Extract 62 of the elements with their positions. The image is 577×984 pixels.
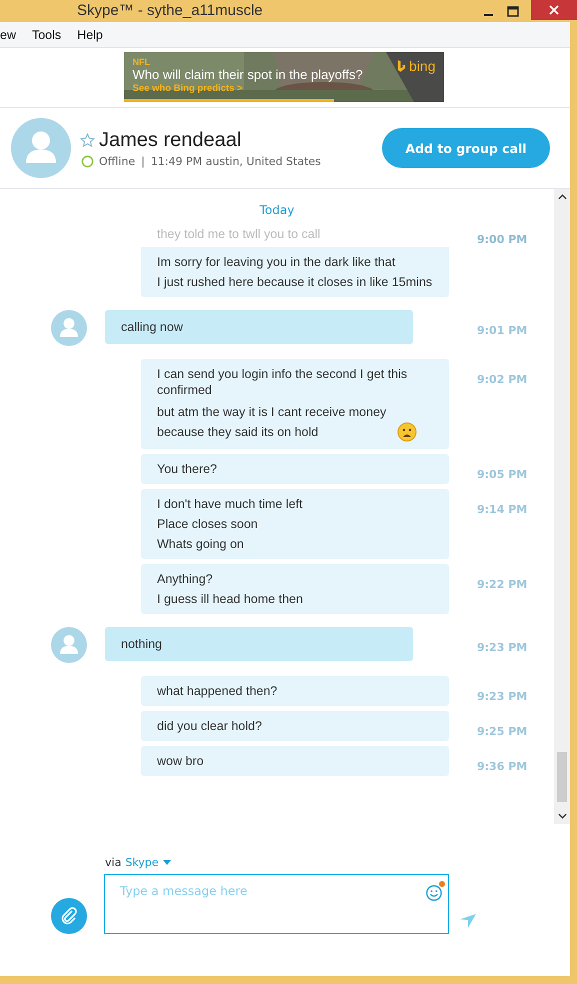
- avatar-icon: [11, 118, 71, 178]
- scroll-thumb[interactable]: [557, 752, 567, 802]
- via-label: via: [105, 856, 122, 869]
- message-field[interactable]: Type a message here: [104, 874, 449, 934]
- ad-tag: NFL: [132, 57, 363, 67]
- emoji-button[interactable]: [425, 884, 443, 902]
- message-text: You there?: [157, 461, 218, 477]
- message-text: what happened then?: [157, 683, 278, 699]
- menu-item[interactable]: Tools: [32, 28, 62, 42]
- send-icon[interactable]: [460, 914, 476, 928]
- smiley-icon: [425, 884, 443, 902]
- separator: |: [141, 154, 145, 168]
- add-to-group-call-button[interactable]: Add to group call: [382, 128, 550, 168]
- message-time: 9:02 PM: [477, 373, 528, 386]
- message-text: Im sorry for leaving you in the dark like that: [157, 254, 396, 270]
- avatar-icon: [51, 627, 87, 663]
- scrollbar[interactable]: [554, 189, 570, 824]
- paperclip-icon: [59, 906, 79, 926]
- message-text: Place closes soon: [157, 516, 259, 532]
- message-time: 9:05 PM: [477, 468, 528, 481]
- message-time: 9:01 PM: [477, 324, 528, 337]
- message-text: did you clear hold?: [157, 718, 263, 734]
- attach-button[interactable]: [51, 898, 87, 934]
- menu-item[interactable]: ew: [0, 28, 16, 42]
- message-text: nothing: [121, 636, 164, 652]
- day-label: Today: [258, 203, 296, 219]
- message-time: 9:25 PM: [477, 725, 528, 738]
- message-text: Anything?: [157, 571, 214, 587]
- close-icon: [549, 5, 559, 15]
- message-text: I can send you login info the second I get this confirmed: [157, 366, 408, 398]
- scroll-up-icon[interactable]: [558, 194, 566, 200]
- star-icon[interactable]: [80, 132, 95, 148]
- message-time: 9:36 PM: [477, 760, 528, 773]
- message-text: I just rushed here because it closes in like 15mins: [157, 274, 433, 290]
- status-text: Offline: [99, 154, 136, 168]
- message-time: 9:23 PM: [477, 690, 528, 703]
- local-time: 11:49 PM austin, United States: [150, 154, 321, 168]
- brand-name: bing: [409, 58, 436, 74]
- caret-icon: [162, 860, 171, 865]
- window-title: Skype™ - sythe_a11muscle: [77, 2, 263, 19]
- maximize-button[interactable]: [507, 6, 519, 18]
- message-time: 9:23 PM: [477, 641, 528, 654]
- message-text: I guess ill head home then: [157, 591, 304, 607]
- message-time: 9:22 PM: [477, 578, 528, 591]
- bing-logo-icon: [397, 60, 406, 72]
- status-icon: [81, 154, 94, 168]
- message-text: Whats going on: [157, 536, 245, 552]
- scroll-down-icon[interactable]: [558, 813, 566, 819]
- message-text: they told me to twll you to call: [157, 226, 322, 242]
- close-button[interactable]: [531, 0, 577, 20]
- contact-name: James rendeaal: [99, 128, 242, 152]
- message-text: wow bro: [157, 753, 205, 769]
- message-text: I don't have much time left: [157, 496, 304, 512]
- message-time: 9:00 PM: [477, 233, 528, 246]
- message-time: 9:14 PM: [477, 503, 528, 516]
- ad-banner[interactable]: NFL Who will claim their spot in the playoffs? See who Bing predicts > bing: [124, 52, 444, 102]
- service-dropdown[interactable]: Skype: [125, 856, 171, 869]
- message-text: but atm the way it is I cant receive money because they said its on hold: [157, 404, 388, 441]
- menu-item[interactable]: Help: [77, 28, 103, 42]
- avatar-icon: [51, 310, 87, 346]
- message-text: calling now: [121, 319, 184, 335]
- ad-headline: Who will claim their spot in the playoffs?: [132, 67, 363, 83]
